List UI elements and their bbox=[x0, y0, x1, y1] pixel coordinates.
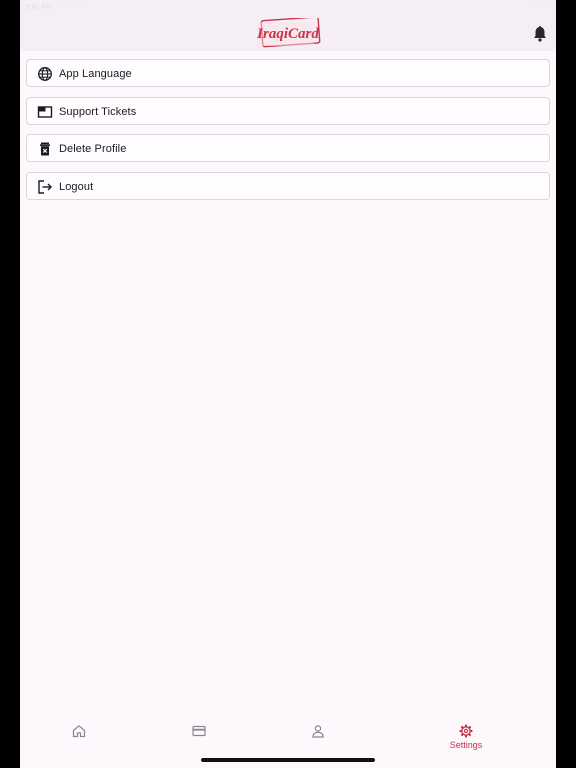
status-bar: 9:41 AM · ⋯ ⋯ ⋯ ⋯ ⋯ bbox=[20, 0, 556, 16]
bell-icon bbox=[534, 25, 546, 42]
trash-icon bbox=[40, 142, 50, 156]
nav-item-home[interactable] bbox=[39, 724, 119, 760]
menu-item-label: Support Tickets bbox=[59, 105, 137, 118]
menu-item-label: App Language bbox=[59, 68, 132, 80]
status-right-text: ⋯ ⋯ bbox=[530, 4, 546, 11]
nav-item-settings[interactable]: Settings bbox=[426, 724, 506, 760]
app-screen: 9:41 AM · ⋯ ⋯ ⋯ ⋯ ⋯ IraqiCard App Langua… bbox=[20, 0, 556, 768]
nav-item-cards[interactable] bbox=[159, 724, 239, 760]
ticket-window-icon bbox=[37, 105, 53, 118]
menu-item-label: Logout bbox=[59, 180, 94, 193]
globe-icon bbox=[38, 67, 52, 81]
profile-icon bbox=[312, 725, 324, 738]
home-icon bbox=[72, 725, 86, 738]
menu-item-delete-profile[interactable]: Delete Profile bbox=[26, 134, 550, 162]
menu-item-support-tickets[interactable]: Support Tickets bbox=[26, 96, 550, 125]
menu-item-logout[interactable]: Logout bbox=[26, 171, 550, 200]
card-icon bbox=[192, 725, 206, 737]
menu-item-app-language[interactable]: App Language bbox=[26, 59, 550, 87]
home-indicator[interactable] bbox=[201, 758, 375, 762]
menu-item-label: Delete Profile bbox=[59, 143, 127, 155]
iraqicard-logo: IraqiCard bbox=[256, 18, 321, 48]
logout-icon bbox=[38, 179, 52, 194]
nav-item-profile[interactable] bbox=[278, 724, 358, 760]
notification-button[interactable] bbox=[532, 25, 548, 43]
logo-text: IraqiCard bbox=[256, 26, 319, 42]
nav-label-settings: Settings bbox=[449, 740, 483, 750]
settings-menu: App Language Support Tickets Delete Prof… bbox=[26, 59, 550, 209]
gear-icon bbox=[459, 724, 473, 738]
app-header: 9:41 AM · ⋯ ⋯ ⋯ ⋯ ⋯ IraqiCard bbox=[20, 0, 556, 51]
status-left-text: 9:41 AM · ⋯ ⋯ ⋯ bbox=[26, 4, 83, 11]
